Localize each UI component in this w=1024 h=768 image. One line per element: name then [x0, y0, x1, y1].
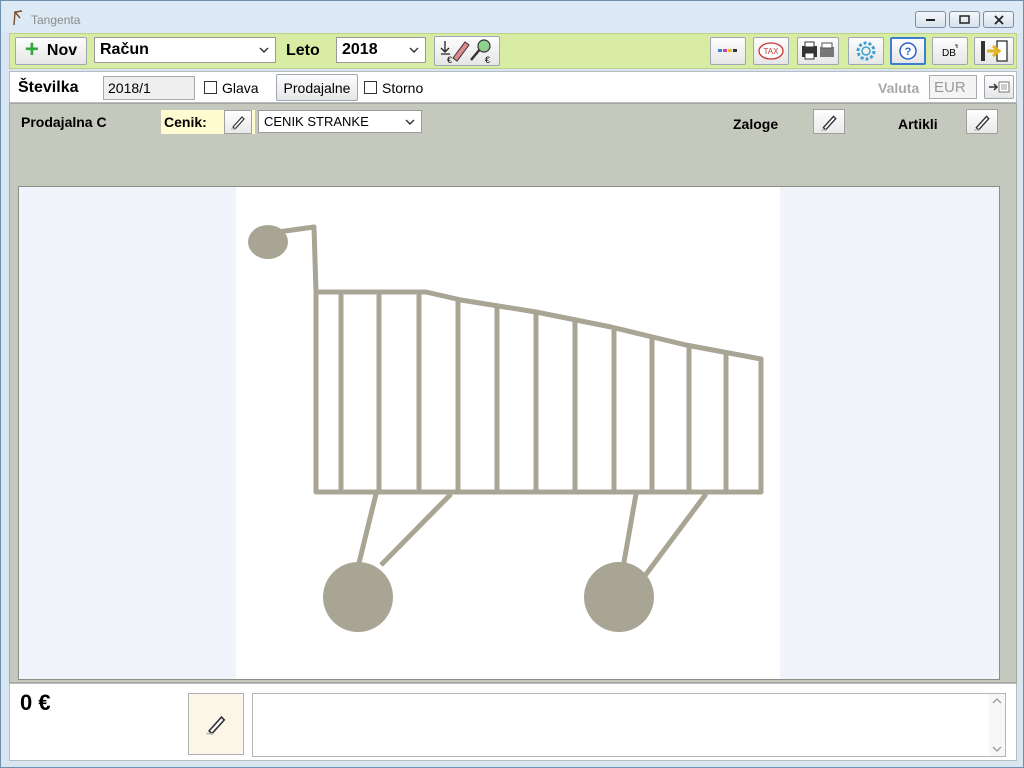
currency-field[interactable]: EUR: [929, 75, 977, 99]
pricelist-edit-button[interactable]: [224, 110, 252, 134]
euro-pencil-search-icon: € €: [440, 39, 491, 64]
storno-checkbox[interactable]: [364, 81, 377, 94]
items-label: Artikli: [898, 116, 938, 132]
minimize-button[interactable]: [915, 11, 946, 28]
svg-text:DB: DB: [942, 48, 956, 59]
main-toolbar: + Nov Račun Leto 2018 € € TAX ? DB: [9, 33, 1017, 69]
database-button[interactable]: DB: [932, 37, 968, 65]
items-edit-button[interactable]: [966, 109, 998, 134]
print-button[interactable]: [797, 37, 839, 65]
items-content-area[interactable]: [18, 186, 1000, 680]
close-button[interactable]: [983, 11, 1014, 28]
scroll-arrows-icon: [992, 698, 1002, 752]
pencil-icon: [974, 114, 990, 131]
currency-value: EUR: [934, 78, 966, 96]
pencil-icon: [821, 114, 837, 131]
head-checkbox[interactable]: [204, 81, 217, 94]
pricelist-label: Cenik:: [164, 114, 207, 130]
head-checkbox-label: Glava: [222, 80, 259, 96]
minimize-icon: [925, 18, 935, 21]
plus-icon: +: [24, 36, 39, 63]
exit-door-icon: [981, 40, 1008, 62]
help-icon: ?: [899, 42, 917, 60]
year-select[interactable]: 2018: [336, 37, 426, 63]
pencil-icon: [231, 116, 245, 130]
tax-button[interactable]: TAX: [753, 37, 789, 65]
help-button[interactable]: ?: [890, 37, 926, 65]
gear-icon: [856, 41, 876, 61]
document-type-select[interactable]: Račun: [94, 37, 276, 63]
pricelist-box: Cenik:: [161, 110, 255, 134]
new-document-button[interactable]: + Nov: [15, 37, 87, 65]
pricelist-value: CENIK STRANKE: [264, 114, 369, 129]
app-logo-icon: [13, 10, 23, 26]
chevron-down-icon: [259, 47, 269, 53]
color-bars-icon: [718, 49, 737, 52]
svg-text:€: €: [447, 55, 452, 64]
new-button-label: Nov: [46, 42, 78, 59]
svg-text:TAX: TAX: [764, 47, 780, 56]
pricelist-select[interactable]: CENIK STRANKE: [258, 110, 422, 133]
svg-text:?: ?: [905, 46, 912, 58]
totals-footer: 0 €: [9, 683, 1017, 761]
maximize-button[interactable]: [949, 11, 980, 28]
stores-button-label: Prodajalne: [283, 79, 351, 96]
arrow-list-icon: [989, 81, 1010, 93]
year-value: 2018: [342, 41, 378, 58]
stock-label: Zaloge: [733, 116, 779, 132]
empty-cart-placeholder: [236, 187, 780, 679]
color-bars-button[interactable]: [710, 37, 746, 65]
notes-textarea[interactable]: [252, 693, 1006, 757]
note-edit-button[interactable]: [188, 693, 244, 755]
document-number-value: 2018/1: [108, 80, 151, 96]
settings-button[interactable]: [848, 37, 884, 65]
exit-button[interactable]: [974, 37, 1014, 65]
shopping-cart-icon: [248, 224, 764, 632]
total-amount: 0 €: [20, 690, 51, 715]
year-label: Leto: [286, 42, 320, 59]
stock-edit-button[interactable]: [813, 109, 845, 134]
window-title: Tangenta: [31, 13, 81, 27]
storno-checkbox-label: Storno: [382, 80, 424, 96]
document-number-field[interactable]: 2018/1: [103, 76, 195, 100]
currency-action-button[interactable]: [984, 75, 1014, 99]
number-label: Številka: [18, 79, 79, 96]
database-icon: DB: [942, 44, 958, 59]
chevron-down-icon: [409, 47, 419, 53]
stores-button[interactable]: Prodajalne: [276, 74, 358, 101]
title-bar: Tangenta: [1, 1, 1023, 33]
document-header-row: Številka 2018/1 Glava Prodajalne Storno …: [9, 71, 1017, 103]
maximize-icon: [959, 15, 970, 24]
currency-tools-button[interactable]: € €: [434, 36, 500, 66]
notes-scrollbar[interactable]: [989, 694, 1005, 756]
currency-label: Valuta: [878, 80, 920, 96]
store-panel: Prodajalna C Cenik: CENIK STRANKE Zaloge…: [9, 103, 1017, 683]
printer-icon: [802, 41, 834, 60]
store-name: Prodajalna C: [21, 114, 107, 130]
tax-icon: TAX: [758, 42, 784, 60]
pencil-icon: [206, 715, 226, 735]
chevron-down-icon: [405, 119, 415, 125]
app-window: Tangenta + Nov Račun Leto 2018 € € TAX ?…: [0, 0, 1024, 768]
document-type-value: Račun: [100, 41, 149, 58]
svg-text:€: €: [485, 55, 490, 64]
close-icon: [993, 14, 1004, 25]
